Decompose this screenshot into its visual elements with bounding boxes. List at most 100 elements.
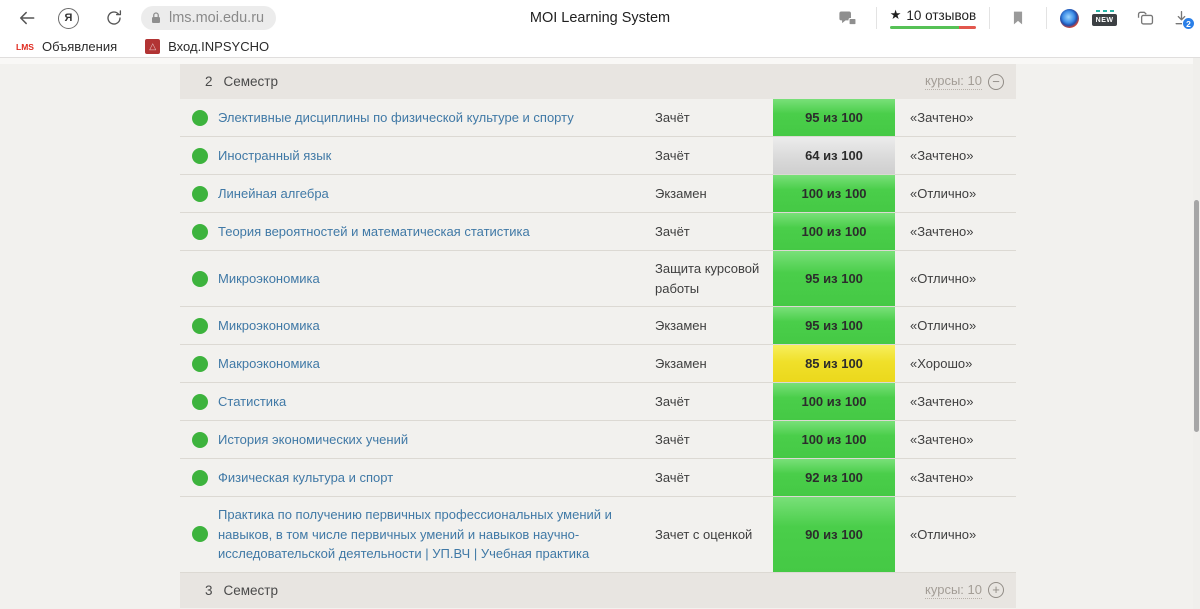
assessment-type: Защита курсовой работы: [655, 251, 773, 306]
scrollbar-track[interactable]: [1193, 58, 1200, 609]
course-cell: Практика по получению первичных професси…: [218, 497, 655, 572]
table-row: История экономических учений Зачёт 100 и…: [180, 421, 1016, 459]
status-dot-icon: [192, 148, 208, 164]
collections-icon: [1136, 10, 1155, 27]
divider: [876, 7, 877, 29]
status-cell: [180, 421, 218, 458]
page-content: 2 Семестр курсы: 10 − Элективные дисципл…: [0, 58, 1200, 609]
status-dot-icon: [192, 186, 208, 202]
grades-table-body: Элективные дисциплины по физической куль…: [180, 99, 1016, 573]
status-cell: [180, 175, 218, 212]
grade-text: «Отлично»: [895, 175, 1016, 212]
course-link[interactable]: Линейная алгебра: [218, 184, 329, 204]
new-badge: NEW: [1092, 14, 1117, 26]
status-cell: [180, 307, 218, 344]
bookmark-flag-icon: [1011, 10, 1025, 26]
browser-toolbar: MOI Learning System Я lms.moi.edu.ru ★ 1…: [0, 0, 1200, 36]
course-link[interactable]: Микроэкономика: [218, 316, 320, 336]
grade-text: «Зачтено»: [895, 99, 1016, 136]
score-badge: 100 из 100: [773, 175, 895, 212]
score-badge: 64 из 100: [773, 137, 895, 174]
status-cell: [180, 345, 218, 382]
course-link[interactable]: Физическая культура и спорт: [218, 468, 393, 488]
dashed-frame-icon: [1096, 10, 1114, 12]
score-badge: 95 из 100: [773, 99, 895, 136]
course-link[interactable]: Статистика: [218, 392, 286, 412]
status-dot-icon: [192, 470, 208, 486]
score-badge: 100 из 100: [773, 383, 895, 420]
table-row: Элективные дисциплины по физической куль…: [180, 99, 1016, 137]
course-link[interactable]: Элективные дисциплины по физической куль…: [218, 108, 574, 128]
status-dot-icon: [192, 318, 208, 334]
assessment-type: Экзамен: [655, 345, 773, 382]
bookmark-button[interactable]: [1003, 4, 1033, 32]
grade-text: «Хорошо»: [895, 345, 1016, 382]
course-cell: Микроэкономика: [218, 251, 655, 306]
bookmarks-bar: LMS Объявления △ Вход.INPSYCHO: [0, 36, 1200, 58]
status-cell: [180, 99, 218, 136]
semester-header: 2 Семестр курсы: 10 −: [180, 64, 1016, 99]
status-dot-icon: [192, 356, 208, 372]
bookmark-item-announcements[interactable]: LMS Объявления: [16, 39, 117, 54]
table-row: Физическая культура и спорт Зачёт 92 из …: [180, 459, 1016, 497]
grade-text: «Зачтено»: [895, 459, 1016, 496]
grade-text: «Зачтено»: [895, 137, 1016, 174]
grade-text: «Зачтено»: [895, 421, 1016, 458]
course-cell: Макроэкономика: [218, 345, 655, 382]
course-link[interactable]: Теория вероятностей и математическая ста…: [218, 222, 530, 242]
status-dot-icon: [192, 224, 208, 240]
table-row: Линейная алгебра Экзамен 100 из 100 «Отл…: [180, 175, 1016, 213]
courses-count-link[interactable]: курсы: 10: [925, 582, 982, 599]
score-badge: 95 из 100: [773, 251, 895, 306]
course-link[interactable]: Макроэкономика: [218, 354, 320, 374]
course-cell: Статистика: [218, 383, 655, 420]
yandex-logo-icon[interactable]: Я: [58, 8, 79, 29]
new-extension-button[interactable]: NEW: [1092, 10, 1117, 26]
course-link[interactable]: Иностранный язык: [218, 146, 331, 166]
assessment-type: Зачёт: [655, 459, 773, 496]
download-count-badge: 2: [1182, 17, 1195, 30]
status-dot-icon: [192, 432, 208, 448]
assessment-type: Зачёт: [655, 137, 773, 174]
course-link[interactable]: Микроэкономика: [218, 269, 320, 289]
course-cell: Микроэкономика: [218, 307, 655, 344]
collapse-icon[interactable]: −: [988, 74, 1004, 90]
address-bar[interactable]: lms.moi.edu.ru: [141, 6, 276, 30]
status-dot-icon: [192, 110, 208, 126]
collections-button[interactable]: [1130, 4, 1160, 32]
semester-number: 3: [205, 583, 213, 598]
course-cell: Элективные дисциплины по физической куль…: [218, 99, 655, 136]
status-cell: [180, 497, 218, 572]
table-row: Статистика Зачёт 100 из 100 «Зачтено»: [180, 383, 1016, 421]
back-button[interactable]: [12, 4, 42, 32]
course-cell: Физическая культура и спорт: [218, 459, 655, 496]
site-reviews[interactable]: ★ 10 отзывов: [890, 7, 976, 29]
assessment-type: Зачет с оценкой: [655, 497, 773, 572]
course-cell: Линейная алгебра: [218, 175, 655, 212]
course-link[interactable]: Практика по получению первичных професси…: [218, 505, 637, 564]
browser-profile-icon[interactable]: [1060, 9, 1079, 28]
table-row: Практика по получению первичных професси…: [180, 497, 1016, 573]
protect-button[interactable]: [833, 4, 863, 32]
status-cell: [180, 137, 218, 174]
emblem-favicon: △: [145, 39, 160, 54]
course-link[interactable]: История экономических учений: [218, 430, 408, 450]
refresh-button[interactable]: [99, 4, 129, 32]
scrollbar-thumb[interactable]: [1194, 200, 1199, 432]
score-badge: 100 из 100: [773, 421, 895, 458]
expand-icon[interactable]: +: [988, 582, 1004, 598]
bookmark-item-inpsycho[interactable]: △ Вход.INPSYCHO: [145, 39, 269, 54]
status-cell: [180, 251, 218, 306]
downloads-button[interactable]: 2: [1173, 9, 1190, 27]
table-row: Микроэкономика Защита курсовой работы 95…: [180, 251, 1016, 307]
bookmark-label: Вход.INPSYCHO: [168, 39, 269, 54]
grade-text: «Отлично»: [895, 307, 1016, 344]
star-icon: ★: [890, 7, 902, 23]
assessment-type: Зачёт: [655, 421, 773, 458]
semester-footer: 3 Семестр курсы: 10 +: [180, 573, 1016, 608]
score-badge: 85 из 100: [773, 345, 895, 382]
refresh-icon: [105, 9, 123, 27]
courses-count-link[interactable]: курсы: 10: [925, 73, 982, 90]
assessment-type: Зачёт: [655, 213, 773, 250]
score-badge: 95 из 100: [773, 307, 895, 344]
